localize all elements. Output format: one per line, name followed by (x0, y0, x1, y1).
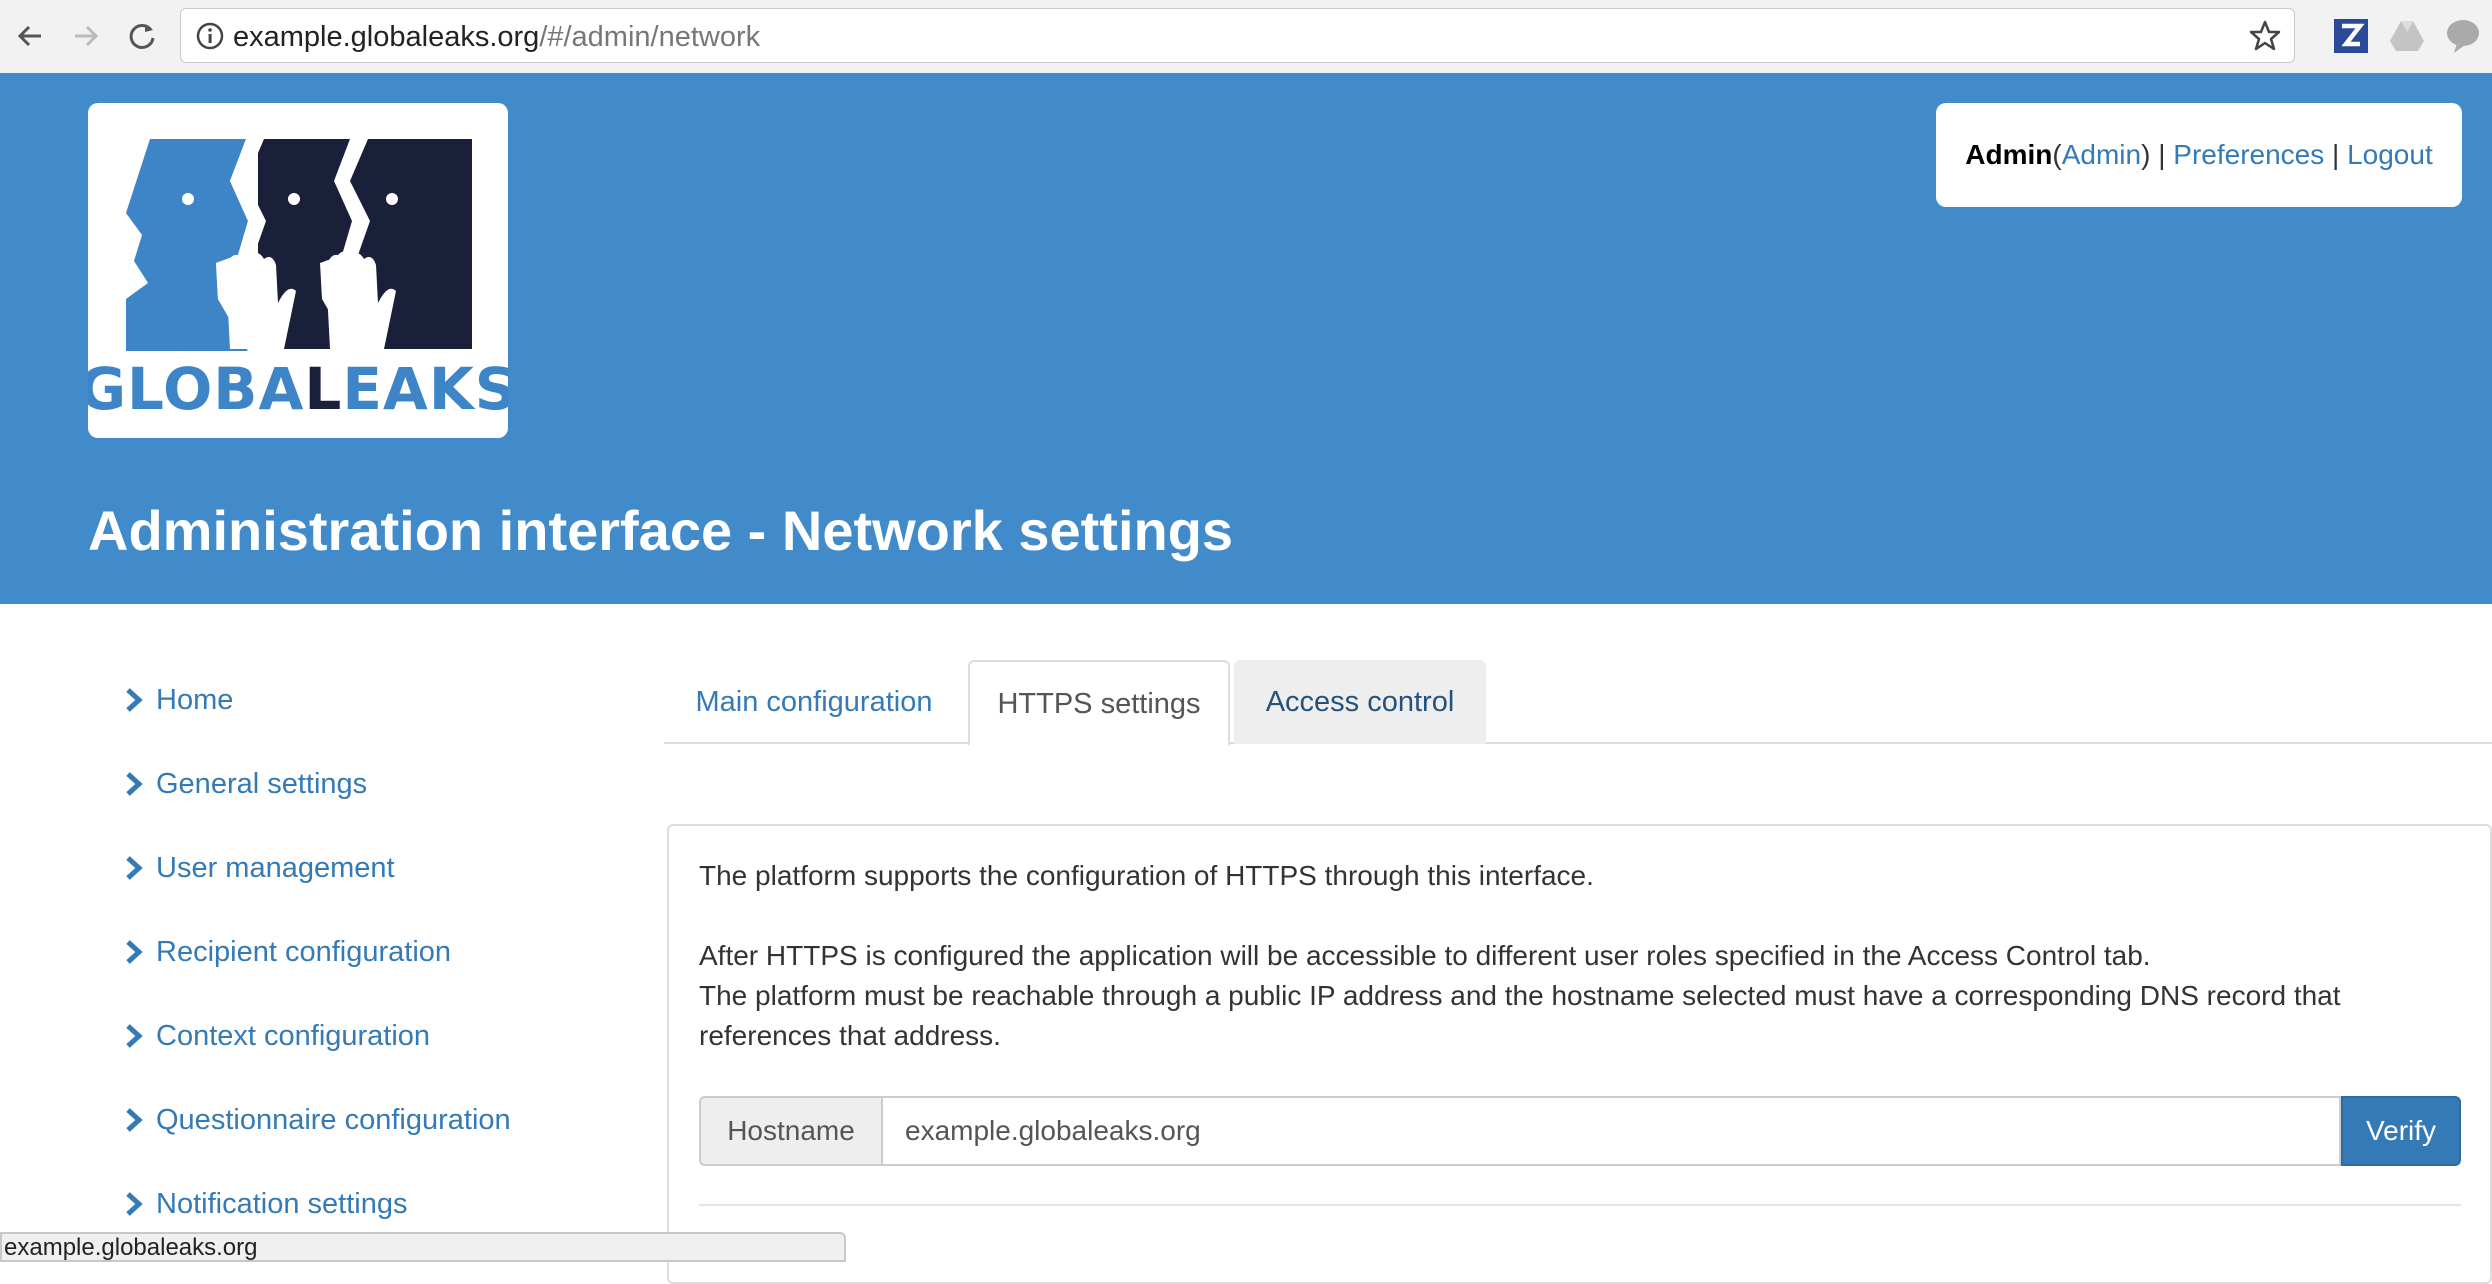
page-title: Administration interface - Network setti… (88, 499, 1234, 562)
sidebar-item-label: Context configuration (156, 1020, 431, 1052)
sidebar-item-general-settings[interactable]: General settings (124, 756, 684, 840)
logout-link[interactable]: Logout (2347, 139, 2433, 171)
address-url[interactable]: example.globaleaks.org/#/admin/network (233, 22, 760, 52)
sidebar-item-label: General settings (156, 768, 368, 800)
sidebar-item-home[interactable]: Home (124, 672, 684, 756)
info-icon[interactable] (195, 21, 225, 51)
browser-toolbar: example.globaleaks.org/#/admin/network (0, 0, 2492, 74)
admin-sidebar: Home General settings User management Re… (124, 672, 684, 1260)
reload-button[interactable] (120, 14, 164, 58)
separator: | (2150, 139, 2174, 170)
hostname-label: Hostname (699, 1096, 881, 1166)
user-role-link[interactable]: Admin (2062, 139, 2141, 171)
chevron-right-icon (124, 840, 154, 896)
logo-graphic: GLOBALEAKS (88, 139, 508, 423)
chevron-right-icon (124, 1176, 154, 1232)
paren-close: ) (2141, 139, 2151, 170)
verify-button[interactable]: Verify (2341, 1096, 2461, 1166)
sidebar-item-label: Home (156, 684, 234, 716)
sidebar-item-context-configuration[interactable]: Context configuration (124, 1008, 684, 1092)
separator: | (2324, 139, 2348, 170)
chevron-right-icon (124, 924, 154, 980)
link-status-bubble: example.globaleaks.org (0, 1232, 846, 1262)
zotero-icon[interactable] (2332, 17, 2370, 55)
sidebar-item-user-management[interactable]: User management (124, 840, 684, 924)
arrow-right-icon (75, 25, 99, 47)
url-host: example.globaleaks.org (233, 21, 540, 53)
https-settings-panel: The platform supports the configuration … (667, 824, 2492, 1284)
arrow-left-icon (17, 25, 41, 47)
user-menu: Admin (Admin) | Preferences | Logout (1936, 103, 2462, 207)
paren-open: ( (2052, 139, 2062, 170)
url-path: /#/admin/network (539, 21, 761, 53)
drive-icon[interactable] (2388, 17, 2426, 55)
chevron-right-icon (124, 672, 154, 728)
preferences-link[interactable]: Preferences (2173, 139, 2324, 171)
dns-info-text: The platform must be reachable through a… (699, 980, 2341, 1051)
sidebar-item-label: Notification settings (156, 1188, 408, 1220)
tab-main-configuration[interactable]: Main configuration (664, 660, 964, 744)
chevron-right-icon (124, 756, 154, 812)
access-info-text: After HTTPS is configured the applicatio… (699, 940, 2151, 971)
star-icon[interactable] (2248, 19, 2282, 53)
sidebar-item-questionnaire-configuration[interactable]: Questionnaire configuration (124, 1092, 684, 1176)
globaleaks-logo[interactable]: GLOBALEAKS (88, 103, 508, 438)
chevron-right-icon (124, 1092, 154, 1148)
sidebar-item-label: User management (156, 852, 395, 884)
hostname-input[interactable] (881, 1096, 2341, 1166)
network-tabs: Main configuration HTTPS settings Access… (664, 660, 2492, 746)
address-bar[interactable]: example.globaleaks.org/#/admin/network (180, 8, 2295, 63)
tab-https-settings[interactable]: HTTPS settings (968, 660, 1230, 746)
chevron-right-icon (124, 1008, 154, 1064)
intro-text: The platform supports the configuration … (699, 860, 1594, 891)
user-name: Admin (1965, 139, 2053, 170)
chat-bubble-icon[interactable] (2444, 17, 2482, 55)
divider (699, 1204, 2461, 1206)
sidebar-item-label: Questionnaire configuration (156, 1104, 511, 1136)
reload-icon (129, 23, 155, 49)
forward-button[interactable] (64, 14, 108, 58)
site-header: GLOBALEAKS Admin (Admin) | Preferences |… (0, 73, 2492, 604)
svg-text:GLOBALEAKS: GLOBALEAKS (88, 355, 508, 423)
sidebar-item-label: Recipient configuration (156, 936, 452, 968)
tab-access-control[interactable]: Access control (1234, 660, 1486, 744)
back-button[interactable] (8, 14, 52, 58)
sidebar-item-recipient-configuration[interactable]: Recipient configuration (124, 924, 684, 1008)
hostname-input-group: Hostname Verify (699, 1096, 2461, 1166)
